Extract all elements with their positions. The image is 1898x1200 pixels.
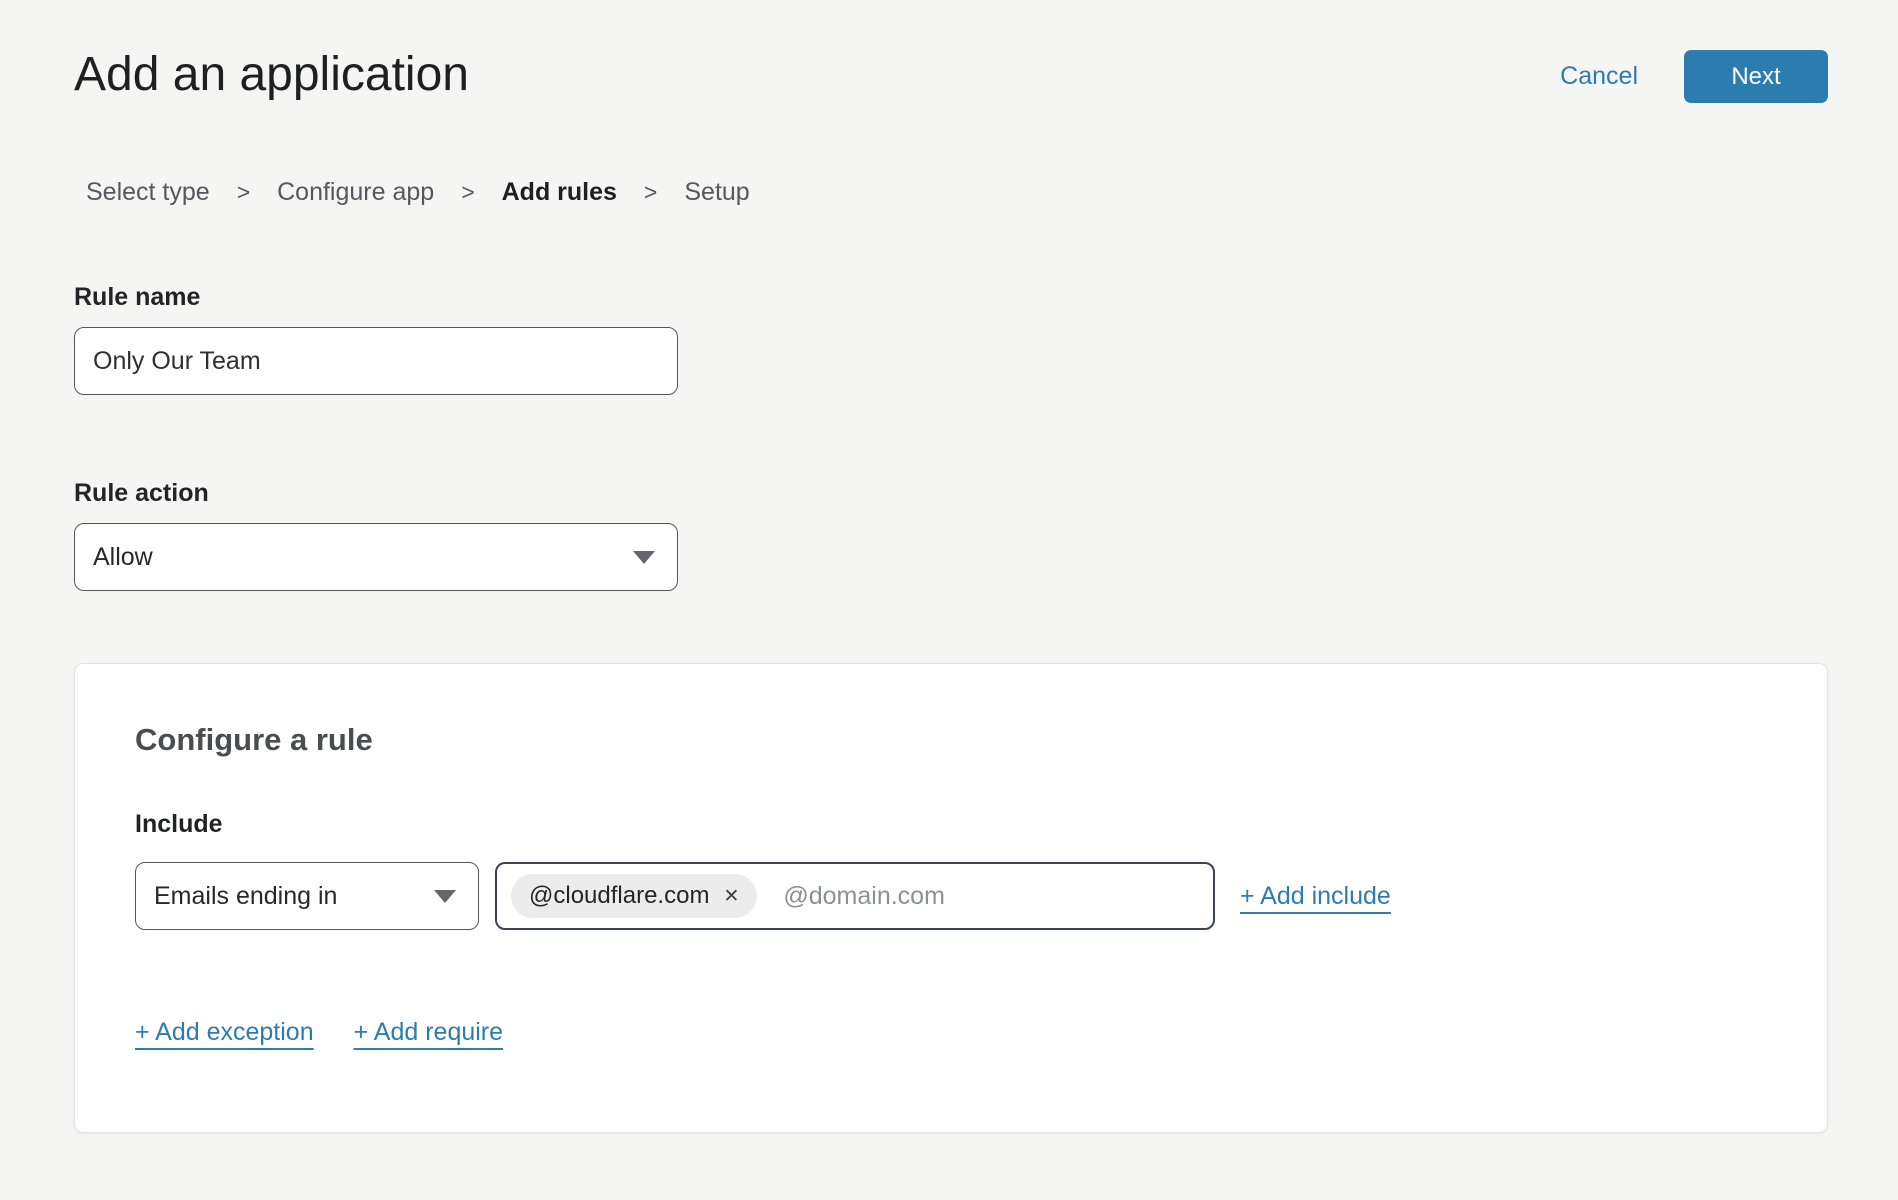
remove-tag-icon[interactable]: ✕ [723,887,739,906]
include-selector-selected-value: Emails ending in [154,882,337,911]
breadcrumb-step-setup[interactable]: Setup [684,178,749,207]
rule-action-selected-value: Allow [93,543,153,572]
breadcrumb-step-configure-app[interactable]: Configure app [277,178,434,207]
page-title: Add an application [74,46,469,104]
email-domain-text-input[interactable] [781,881,1199,912]
rule-name-label: Rule name [74,283,1828,312]
next-button[interactable]: Next [1684,50,1828,103]
cancel-button[interactable]: Cancel [1560,62,1638,91]
rule-action-select[interactable]: Allow [74,523,678,591]
rule-action-label: Rule action [74,479,1828,508]
breadcrumb-separator: > [644,179,657,206]
configure-rule-title: Configure a rule [135,722,1767,758]
include-rule-row: Emails ending in @cloudflare.com ✕ + Add… [135,862,1767,930]
chevron-down-icon [633,551,655,564]
header-actions: Cancel Next [1560,46,1828,103]
breadcrumb-step-add-rules[interactable]: Add rules [502,178,617,207]
breadcrumb-step-select-type[interactable]: Select type [86,178,210,207]
email-domain-tag-input[interactable]: @cloudflare.com ✕ [495,862,1215,930]
add-exception-link[interactable]: + Add exception [135,1018,314,1047]
add-include-link[interactable]: + Add include [1240,882,1391,911]
chevron-down-icon [434,890,456,903]
breadcrumb-separator: > [237,179,250,206]
configure-rule-card: Configure a rule Include Emails ending i… [74,663,1828,1133]
include-label: Include [135,810,1767,839]
email-domain-tag-label: @cloudflare.com [529,882,709,910]
include-selector-select[interactable]: Emails ending in [135,862,479,930]
add-application-page: Add an application Cancel Next Select ty… [0,0,1898,1200]
rule-extra-links: + Add exception + Add require [135,1018,1767,1047]
page-header: Add an application Cancel Next [74,0,1828,104]
rule-name-input[interactable] [74,327,678,395]
wizard-breadcrumb: Select type > Configure app > Add rules … [86,178,1828,207]
breadcrumb-separator: > [461,179,474,206]
add-require-link[interactable]: + Add require [354,1018,503,1047]
email-domain-tag: @cloudflare.com ✕ [511,874,757,918]
